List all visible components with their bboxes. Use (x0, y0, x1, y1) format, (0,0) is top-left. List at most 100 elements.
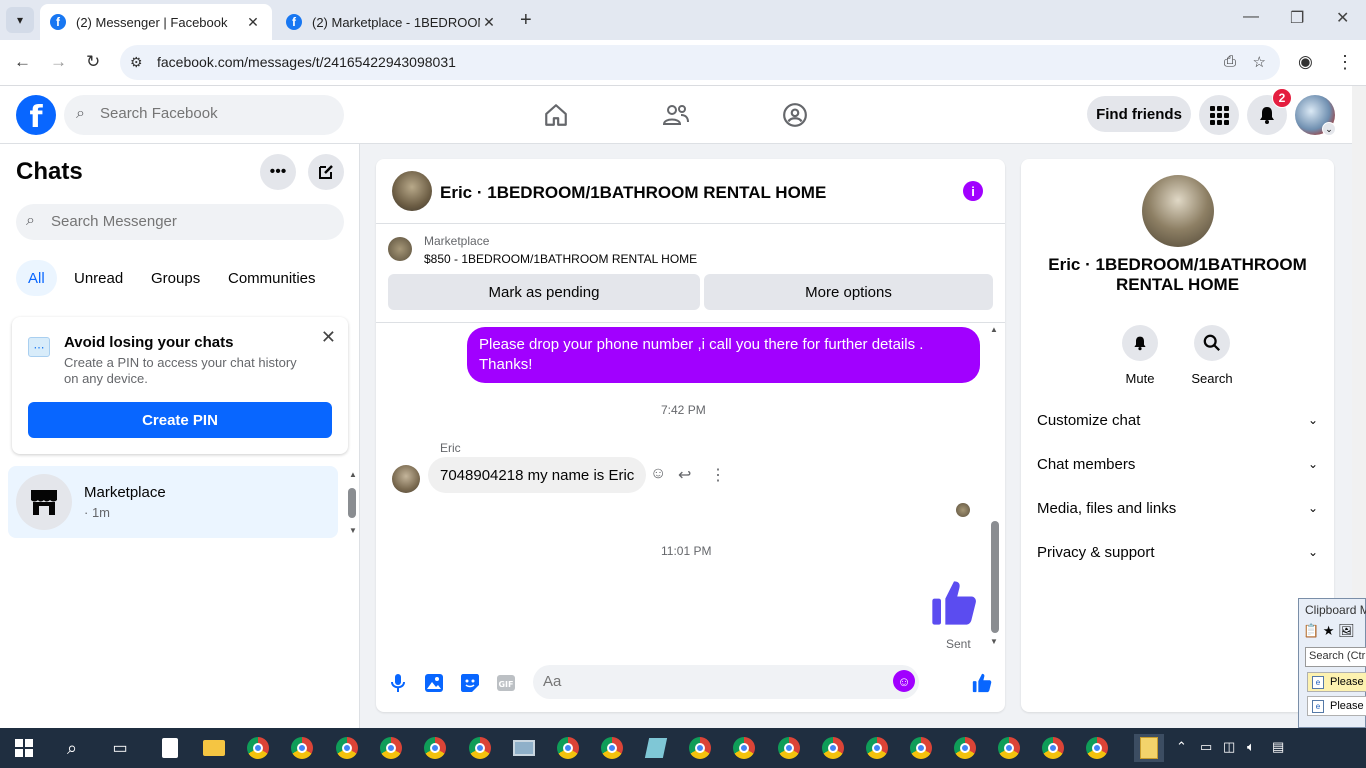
search-icon[interactable]: ⌕ (58, 734, 86, 762)
close-icon[interactable]: ✕ (321, 327, 336, 348)
clipboard-app-icon[interactable] (1134, 734, 1164, 762)
section-chat-members[interactable]: Chat members ⌄ (1037, 450, 1318, 478)
chrome-taskbar-icon[interactable] (819, 734, 847, 762)
filter-communities[interactable]: Communities (216, 260, 328, 296)
sender-avatar[interactable] (392, 465, 420, 493)
monitor-app-icon[interactable] (510, 734, 538, 762)
facebook-logo[interactable]: f (16, 95, 56, 135)
create-pin-button[interactable]: Create PIN (28, 402, 332, 438)
close-tab-icon[interactable]: ✕ (244, 14, 262, 31)
notes-app-icon[interactable] (642, 734, 670, 762)
mark-pending-button[interactable]: Mark as pending (388, 274, 700, 310)
menu-grid-icon[interactable] (1199, 95, 1239, 135)
task-view-icon[interactable]: ▭ (106, 734, 134, 762)
battery-icon[interactable]: ▭ (1200, 739, 1212, 755)
incoming-message[interactable]: 7048904218 my name is Eric (428, 457, 647, 493)
message-input-container[interactable]: ☺ (533, 665, 919, 699)
facebook-search[interactable]: ⌕ (64, 95, 344, 135)
forward-icon[interactable]: → (50, 52, 67, 72)
chrome-taskbar-icon[interactable] (951, 734, 979, 762)
chrome-taskbar-icon[interactable] (863, 734, 891, 762)
chrome-taskbar-icon[interactable] (598, 734, 626, 762)
chrome-taskbar-icon[interactable] (730, 734, 758, 762)
chevron-down-icon[interactable]: ⌄ (1322, 122, 1336, 136)
back-icon[interactable]: ← (14, 52, 31, 72)
new-message-icon[interactable] (308, 154, 344, 190)
chrome-taskbar-icon[interactable] (995, 734, 1023, 762)
clipboard-search[interactable]: Search (Ctrl (1305, 647, 1366, 667)
react-emoji-icon[interactable]: ☺ (650, 465, 666, 483)
section-privacy-support[interactable]: Privacy & support ⌄ (1037, 538, 1318, 566)
section-customize-chat[interactable]: Customize chat ⌄ (1037, 406, 1318, 434)
chrome-taskbar-icon[interactable] (775, 734, 803, 762)
tab-marketplace[interactable]: f (2) Marketplace - 1BEDROOM/1 ✕ (276, 4, 508, 40)
chat-list-scrollbar[interactable]: ▲ ▼ (347, 470, 357, 536)
conversation-item[interactable]: Marketplace · 1m (8, 466, 338, 538)
photo-icon[interactable] (423, 672, 445, 694)
chrome-taskbar-icon[interactable] (377, 734, 405, 762)
sticker-icon[interactable] (459, 672, 481, 694)
reply-icon[interactable]: ↩ (678, 465, 691, 485)
thumbs-up-icon[interactable] (928, 577, 980, 634)
more-options-button[interactable]: ••• (260, 154, 296, 190)
bookmark-star-icon[interactable]: ☆ (1253, 53, 1266, 71)
gif-icon[interactable]: GIF (495, 672, 517, 694)
profile-icon[interactable]: ◉ (1298, 52, 1313, 72)
microphone-icon[interactable] (387, 672, 409, 694)
chrome-taskbar-icon[interactable] (686, 734, 714, 762)
conversation-avatar[interactable] (392, 171, 432, 211)
windows-start-icon[interactable] (10, 734, 38, 762)
section-media-files-links[interactable]: Media, files and links ⌄ (1037, 494, 1318, 522)
chrome-taskbar-icon[interactable] (1083, 734, 1111, 762)
tab-messenger[interactable]: f (2) Messenger | Facebook ✕ (40, 4, 272, 40)
home-icon[interactable] (541, 100, 571, 130)
chrome-taskbar-icon[interactable] (554, 734, 582, 762)
friends-icon[interactable] (661, 100, 691, 130)
groups-icon[interactable] (780, 100, 810, 130)
tab-search-dropdown[interactable]: ▾ (6, 7, 34, 33)
clipboard-item[interactable]: e Please (1307, 696, 1366, 716)
site-info-icon[interactable]: ⚙ (130, 54, 143, 71)
chrome-taskbar-icon[interactable] (1039, 734, 1067, 762)
conversation-large-avatar[interactable] (1142, 175, 1214, 247)
conversation-title[interactable]: Eric · 1BEDROOM/1BATHROOM RENTAL HOME (440, 183, 826, 203)
emoji-icon[interactable]: ☺ (893, 670, 915, 692)
message-scrollbar[interactable]: ▲ ▼ (989, 323, 1001, 653)
file-explorer-icon[interactable] (200, 734, 228, 762)
chevron-up-icon[interactable]: ⌃ (1176, 739, 1187, 755)
minimize-button[interactable]: — (1243, 8, 1259, 26)
chrome-taskbar-icon[interactable] (244, 734, 272, 762)
clipboard-toolbar-icons[interactable]: 📋 ★ 🖼 (1303, 623, 1355, 639)
chrome-taskbar-icon[interactable] (288, 734, 316, 762)
new-tab-button[interactable]: + (520, 9, 532, 32)
chrome-taskbar-icon[interactable] (421, 734, 449, 762)
close-window-button[interactable]: ✕ (1336, 8, 1349, 28)
more-options-button[interactable]: More options (704, 274, 993, 310)
search-in-chat-button[interactable]: Search (1182, 325, 1242, 386)
chrome-taskbar-icon[interactable] (466, 734, 494, 762)
listing-title[interactable]: $850 - 1BEDROOM/1BATHROOM RENTAL HOME (424, 252, 697, 266)
mute-button[interactable]: Mute (1110, 325, 1170, 386)
chrome-taskbar-icon[interactable] (333, 734, 361, 762)
find-friends-button[interactable]: Find friends (1087, 96, 1191, 132)
facebook-search-input[interactable] (100, 105, 320, 122)
info-icon[interactable]: i (963, 181, 983, 201)
message-input[interactable] (543, 673, 883, 690)
document-app-icon[interactable] (156, 734, 184, 762)
filter-groups[interactable]: Groups (139, 260, 212, 296)
messenger-search[interactable]: ⌕ (16, 204, 344, 240)
restore-button[interactable]: ❐ (1290, 8, 1304, 28)
outgoing-message[interactable]: Please drop your phone number ,i call yo… (467, 327, 980, 383)
browser-menu-icon[interactable]: ⋮ (1336, 52, 1354, 73)
clipboard-item[interactable]: e Please (1307, 672, 1366, 692)
chrome-taskbar-icon[interactable] (907, 734, 935, 762)
filter-all[interactable]: All (16, 260, 57, 296)
send-like-icon[interactable] (971, 672, 993, 694)
address-bar[interactable]: ⚙ facebook.com/messages/t/24165422943098… (120, 45, 1280, 80)
reload-icon[interactable]: ↻ (86, 52, 100, 72)
messenger-search-input[interactable] (51, 213, 331, 230)
network-icon[interactable]: ◫ (1223, 739, 1235, 755)
more-vertical-icon[interactable]: ⋮ (710, 465, 726, 485)
notifications-icon[interactable]: ▤ (1272, 739, 1284, 755)
volume-icon[interactable]: 🔈︎ (1247, 739, 1255, 755)
